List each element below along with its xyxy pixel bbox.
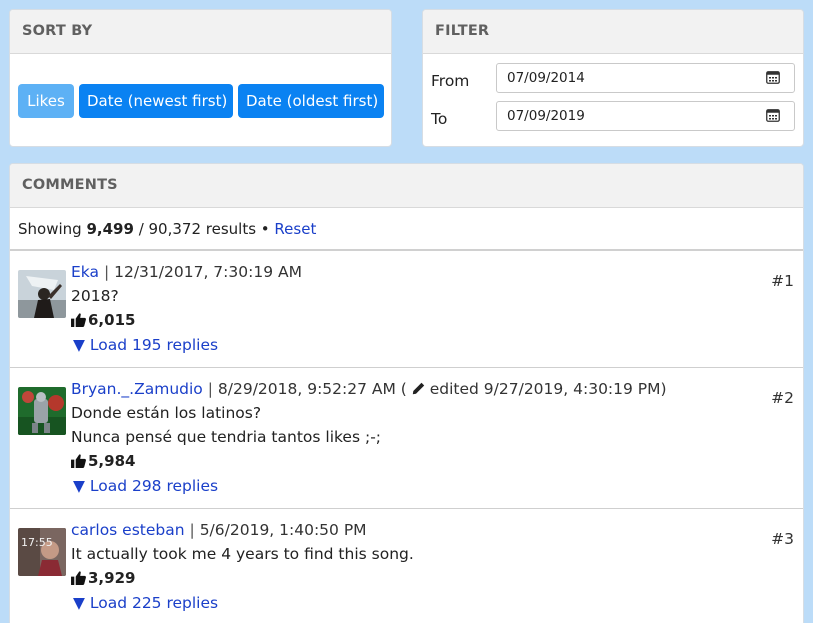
results-summary: Showing 9,499 / 90,372 results • Reset xyxy=(10,208,803,251)
sort-panel: SORT BY Likes Date (newest first) Date (… xyxy=(9,9,392,147)
comment-item: Bryan._.Zamudio | 8/29/2018, 9:52:27 AM … xyxy=(10,377,803,509)
comment-item: Eka | 12/31/2017, 7:30:19 AM #1 2018? 6,… xyxy=(10,260,803,368)
comment-likes: 6,015 xyxy=(71,308,803,332)
separator: | xyxy=(189,521,195,539)
comment-date: 5/6/2019, 1:40:50 PM xyxy=(199,521,367,539)
results-prefix: Showing xyxy=(18,220,82,238)
comment-likes: 5,984 xyxy=(71,449,803,473)
comment-text: It actually took me 4 years to find this… xyxy=(71,545,414,563)
comments-header: COMMENTS xyxy=(10,164,803,208)
comments-panel: COMMENTS Showing 9,499 / 90,372 results … xyxy=(9,163,804,623)
to-date-input[interactable]: 07/09/2019 xyxy=(496,101,795,131)
avatar[interactable] xyxy=(18,270,66,318)
comment-number: #1 xyxy=(771,272,794,290)
results-shown-count: 9,499 xyxy=(86,220,134,238)
thumbs-up-icon xyxy=(71,454,86,468)
comment-text: Nunca pensé que tendria tantos likes ;-; xyxy=(71,428,382,446)
comment-author[interactable]: carlos esteban xyxy=(71,521,185,539)
to-label: To xyxy=(431,110,448,128)
from-date-input[interactable]: 07/09/2014 xyxy=(496,63,795,93)
comment-text: Donde están los latinos? xyxy=(71,404,262,422)
calendar-icon[interactable] xyxy=(766,109,780,122)
avatar[interactable] xyxy=(18,387,66,435)
comment-date: 12/31/2017, 7:30:19 AM xyxy=(114,263,302,281)
like-count: 6,015 xyxy=(88,311,136,329)
comment-number: #3 xyxy=(771,530,794,548)
comment-text: 2018? xyxy=(71,287,119,305)
comment-number: #2 xyxy=(771,389,794,407)
thumbs-up-icon xyxy=(71,313,86,327)
from-label: From xyxy=(431,72,470,90)
sort-header: SORT BY xyxy=(10,10,391,54)
filter-header: FILTER xyxy=(423,10,803,54)
load-replies-link[interactable]: ▼ Load 195 replies xyxy=(73,333,218,357)
comment-author[interactable]: Eka xyxy=(71,263,99,281)
like-count: 5,984 xyxy=(88,452,136,470)
results-total: / 90,372 results • xyxy=(138,220,270,238)
comment-likes: 3,929 xyxy=(71,566,803,590)
comment-edited-date: edited 9/27/2019, 4:30:19 PM) xyxy=(429,380,667,398)
load-replies-link[interactable]: ▼ Load 298 replies xyxy=(73,474,218,498)
load-replies-link[interactable]: ▼ Load 225 replies xyxy=(73,591,218,615)
to-date-value: 07/09/2019 xyxy=(507,108,585,124)
separator: | xyxy=(207,380,213,398)
sort-oldest-button[interactable]: Date (oldest first) xyxy=(238,84,384,118)
reset-link[interactable]: Reset xyxy=(274,220,316,238)
comment-date: 8/29/2018, 9:52:27 AM ( xyxy=(217,380,407,398)
avatar-time-text: 17:55 xyxy=(21,536,53,549)
thumbs-up-icon xyxy=(71,571,86,585)
from-date-value: 07/09/2014 xyxy=(507,70,585,86)
comment-author[interactable]: Bryan._.Zamudio xyxy=(71,380,203,398)
comment-item: 17:55 carlos esteban | 5/6/2019, 1:40:50… xyxy=(10,518,803,623)
calendar-icon[interactable] xyxy=(766,71,780,84)
like-count: 3,929 xyxy=(88,569,136,587)
separator: | xyxy=(103,263,110,281)
sort-newest-button[interactable]: Date (newest first) xyxy=(79,84,233,118)
sort-likes-button[interactable]: Likes xyxy=(18,84,74,118)
filter-panel: FILTER From 07/09/2014 To 07/09/2019 xyxy=(422,9,804,147)
pencil-icon xyxy=(412,382,424,395)
avatar[interactable]: 17:55 xyxy=(18,528,66,576)
